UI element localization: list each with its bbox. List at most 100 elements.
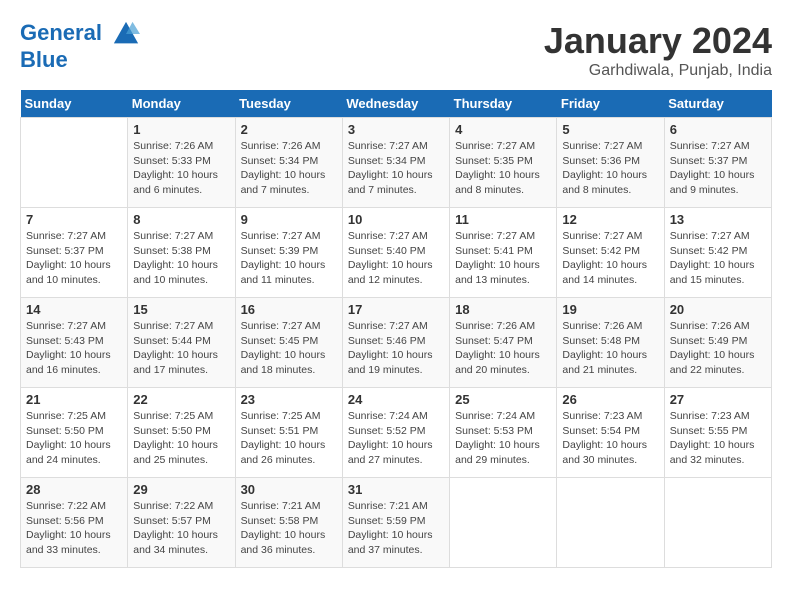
day-number: 11 [455,212,551,227]
calendar-cell: 10 Sunrise: 7:27 AM Sunset: 5:40 PM Dayli… [342,208,449,298]
calendar-cell: 29 Sunrise: 7:22 AM Sunset: 5:57 PM Dayli… [128,478,235,568]
day-info: Sunrise: 7:27 AM Sunset: 5:39 PM Dayligh… [241,229,337,288]
day-number: 26 [562,392,658,407]
weekday-header-friday: Friday [557,90,664,118]
calendar-cell: 25 Sunrise: 7:24 AM Sunset: 5:53 PM Dayli… [450,388,557,478]
calendar-cell: 18Sunrise: 7:26 AM Sunset: 5:47 PM Dayli… [450,298,557,388]
day-info: Sunrise: 7:26 AM Sunset: 5:33 PM Dayligh… [133,139,229,198]
weekday-header-saturday: Saturday [664,90,771,118]
day-info: Sunrise: 7:24 AM Sunset: 5:53 PM Dayligh… [455,409,551,468]
day-info: Sunrise: 7:23 AM Sunset: 5:55 PM Dayligh… [670,409,766,468]
day-number: 10 [348,212,444,227]
day-number: 24 [348,392,444,407]
calendar-cell: 12 Sunrise: 7:27 AM Sunset: 5:42 PM Dayli… [557,208,664,298]
calendar-cell [21,118,128,208]
day-info: Sunrise: 7:27 AM Sunset: 5:37 PM Dayligh… [26,229,122,288]
calendar-cell: 4Sunrise: 7:27 AM Sunset: 5:35 PM Daylig… [450,118,557,208]
day-info: Sunrise: 7:27 AM Sunset: 5:43 PM Dayligh… [26,319,122,378]
calendar-cell: 8 Sunrise: 7:27 AM Sunset: 5:38 PM Daylig… [128,208,235,298]
day-number: 16 [241,302,337,317]
calendar-cell: 16 Sunrise: 7:27 AM Sunset: 5:45 PM Dayli… [235,298,342,388]
month-title: January 2024 [544,20,772,62]
day-number: 17 [348,302,444,317]
calendar-cell: 27Sunrise: 7:23 AM Sunset: 5:55 PM Dayli… [664,388,771,478]
day-number: 1 [133,122,229,137]
day-number: 20 [670,302,766,317]
day-number: 12 [562,212,658,227]
calendar-cell: 3Sunrise: 7:27 AM Sunset: 5:34 PM Daylig… [342,118,449,208]
day-info: Sunrise: 7:26 AM Sunset: 5:34 PM Dayligh… [241,139,337,198]
day-number: 23 [241,392,337,407]
calendar-cell: 15Sunrise: 7:27 AM Sunset: 5:44 PM Dayli… [128,298,235,388]
calendar-cell: 21 Sunrise: 7:25 AM Sunset: 5:50 PM Dayli… [21,388,128,478]
day-number: 5 [562,122,658,137]
logo-text: General [20,20,140,48]
day-info: Sunrise: 7:27 AM Sunset: 5:40 PM Dayligh… [348,229,444,288]
calendar-cell: 14Sunrise: 7:27 AM Sunset: 5:43 PM Dayli… [21,298,128,388]
week-row-1: 1 Sunrise: 7:26 AM Sunset: 5:33 PM Daylig… [21,118,772,208]
calendar-cell: 1 Sunrise: 7:26 AM Sunset: 5:33 PM Daylig… [128,118,235,208]
calendar-cell: 28Sunrise: 7:22 AM Sunset: 5:56 PM Dayli… [21,478,128,568]
title-block: January 2024 Garhdiwala, Punjab, India [544,20,772,80]
day-info: Sunrise: 7:27 AM Sunset: 5:45 PM Dayligh… [241,319,337,378]
calendar-cell: 30 Sunrise: 7:21 AM Sunset: 5:58 PM Dayli… [235,478,342,568]
day-number: 25 [455,392,551,407]
day-info: Sunrise: 7:27 AM Sunset: 5:42 PM Dayligh… [670,229,766,288]
day-number: 6 [670,122,766,137]
day-info: Sunrise: 7:21 AM Sunset: 5:58 PM Dayligh… [241,499,337,558]
location: Garhdiwala, Punjab, India [544,62,772,80]
day-info: Sunrise: 7:24 AM Sunset: 5:52 PM Dayligh… [348,409,444,468]
calendar-cell [450,478,557,568]
day-info: Sunrise: 7:22 AM Sunset: 5:57 PM Dayligh… [133,499,229,558]
day-number: 18 [455,302,551,317]
calendar-cell: 24 Sunrise: 7:24 AM Sunset: 5:52 PM Dayli… [342,388,449,478]
calendar-cell: 9 Sunrise: 7:27 AM Sunset: 5:39 PM Daylig… [235,208,342,298]
day-number: 21 [26,392,122,407]
calendar-cell: 31 Sunrise: 7:21 AM Sunset: 5:59 PM Dayli… [342,478,449,568]
day-number: 4 [455,122,551,137]
day-info: Sunrise: 7:27 AM Sunset: 5:41 PM Dayligh… [455,229,551,288]
calendar-cell: 26 Sunrise: 7:23 AM Sunset: 5:54 PM Dayli… [557,388,664,478]
calendar-cell: 20 Sunrise: 7:26 AM Sunset: 5:49 PM Dayli… [664,298,771,388]
week-row-2: 7 Sunrise: 7:27 AM Sunset: 5:37 PM Daylig… [21,208,772,298]
page-header: General Blue January 2024 Garhdiwala, Pu… [20,20,772,80]
day-number: 3 [348,122,444,137]
calendar-cell: 2 Sunrise: 7:26 AM Sunset: 5:34 PM Daylig… [235,118,342,208]
day-info: Sunrise: 7:21 AM Sunset: 5:59 PM Dayligh… [348,499,444,558]
day-info: Sunrise: 7:27 AM Sunset: 5:38 PM Dayligh… [133,229,229,288]
day-info: Sunrise: 7:27 AM Sunset: 5:44 PM Dayligh… [133,319,229,378]
day-number: 7 [26,212,122,227]
calendar-cell: 7 Sunrise: 7:27 AM Sunset: 5:37 PM Daylig… [21,208,128,298]
calendar-cell: 13 Sunrise: 7:27 AM Sunset: 5:42 PM Dayli… [664,208,771,298]
weekday-header-thursday: Thursday [450,90,557,118]
day-number: 30 [241,482,337,497]
day-number: 31 [348,482,444,497]
day-number: 22 [133,392,229,407]
day-info: Sunrise: 7:27 AM Sunset: 5:37 PM Dayligh… [670,139,766,198]
calendar-cell: 22 Sunrise: 7:25 AM Sunset: 5:50 PM Dayli… [128,388,235,478]
day-info: Sunrise: 7:27 AM Sunset: 5:36 PM Dayligh… [562,139,658,198]
day-number: 9 [241,212,337,227]
weekday-header-monday: Monday [128,90,235,118]
day-info: Sunrise: 7:26 AM Sunset: 5:48 PM Dayligh… [562,319,658,378]
weekday-header-tuesday: Tuesday [235,90,342,118]
day-info: Sunrise: 7:23 AM Sunset: 5:54 PM Dayligh… [562,409,658,468]
day-number: 29 [133,482,229,497]
day-info: Sunrise: 7:22 AM Sunset: 5:56 PM Dayligh… [26,499,122,558]
weekday-header-sunday: Sunday [21,90,128,118]
day-info: Sunrise: 7:25 AM Sunset: 5:50 PM Dayligh… [133,409,229,468]
weekday-header-wednesday: Wednesday [342,90,449,118]
day-info: Sunrise: 7:25 AM Sunset: 5:51 PM Dayligh… [241,409,337,468]
day-info: Sunrise: 7:26 AM Sunset: 5:49 PM Dayligh… [670,319,766,378]
logo: General Blue [20,20,140,72]
day-info: Sunrise: 7:27 AM Sunset: 5:42 PM Dayligh… [562,229,658,288]
day-info: Sunrise: 7:25 AM Sunset: 5:50 PM Dayligh… [26,409,122,468]
day-number: 2 [241,122,337,137]
day-number: 8 [133,212,229,227]
week-row-4: 21 Sunrise: 7:25 AM Sunset: 5:50 PM Dayli… [21,388,772,478]
day-number: 13 [670,212,766,227]
calendar-cell: 19Sunrise: 7:26 AM Sunset: 5:48 PM Dayli… [557,298,664,388]
week-row-3: 14Sunrise: 7:27 AM Sunset: 5:43 PM Dayli… [21,298,772,388]
calendar-cell: 23 Sunrise: 7:25 AM Sunset: 5:51 PM Dayli… [235,388,342,478]
calendar-table: SundayMondayTuesdayWednesdayThursdayFrid… [20,90,772,568]
